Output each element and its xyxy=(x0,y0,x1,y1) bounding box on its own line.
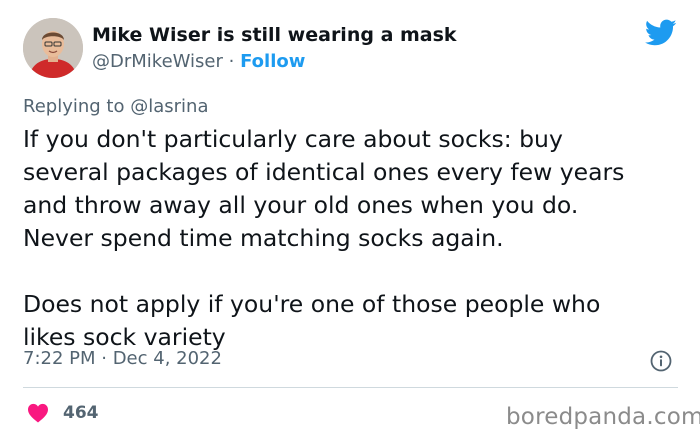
author-handle[interactable]: @DrMikeWiser xyxy=(92,51,223,72)
watermark: boredpanda.com xyxy=(506,404,700,430)
avatar[interactable] xyxy=(23,18,83,78)
heart-icon[interactable] xyxy=(27,403,49,423)
avatar-image xyxy=(23,18,83,78)
follow-button[interactable]: Follow xyxy=(240,51,305,72)
tweet-text: If you don't particularly care about soc… xyxy=(23,123,693,354)
separator-dot: · xyxy=(228,51,235,72)
replying-to-label: Replying to xyxy=(23,96,125,117)
reply-handle-link[interactable]: @lasrina xyxy=(130,96,208,117)
tweet-line: Never spend time matching socks again. xyxy=(23,224,504,252)
tweet-line: Does not apply if you're one of those pe… xyxy=(23,290,601,318)
author-name[interactable]: Mike Wiser is still wearing a mask xyxy=(92,24,457,46)
replying-to: Replying to @lasrina xyxy=(23,96,208,117)
twitter-bird-icon[interactable] xyxy=(645,19,677,47)
tweet-line: several packages of identical ones every… xyxy=(23,158,625,186)
like-count[interactable]: 464 xyxy=(63,403,99,423)
info-icon[interactable] xyxy=(650,350,672,372)
divider xyxy=(23,387,678,388)
tweet-line: and throw away all your old ones when yo… xyxy=(23,191,579,219)
tweet-line: If you don't particularly care about soc… xyxy=(23,125,563,153)
author-line: @DrMikeWiser · Follow xyxy=(92,51,305,72)
tweet-timestamp[interactable]: 7:22 PM · Dec 4, 2022 xyxy=(23,348,222,369)
tweet-line-blank xyxy=(23,255,693,288)
